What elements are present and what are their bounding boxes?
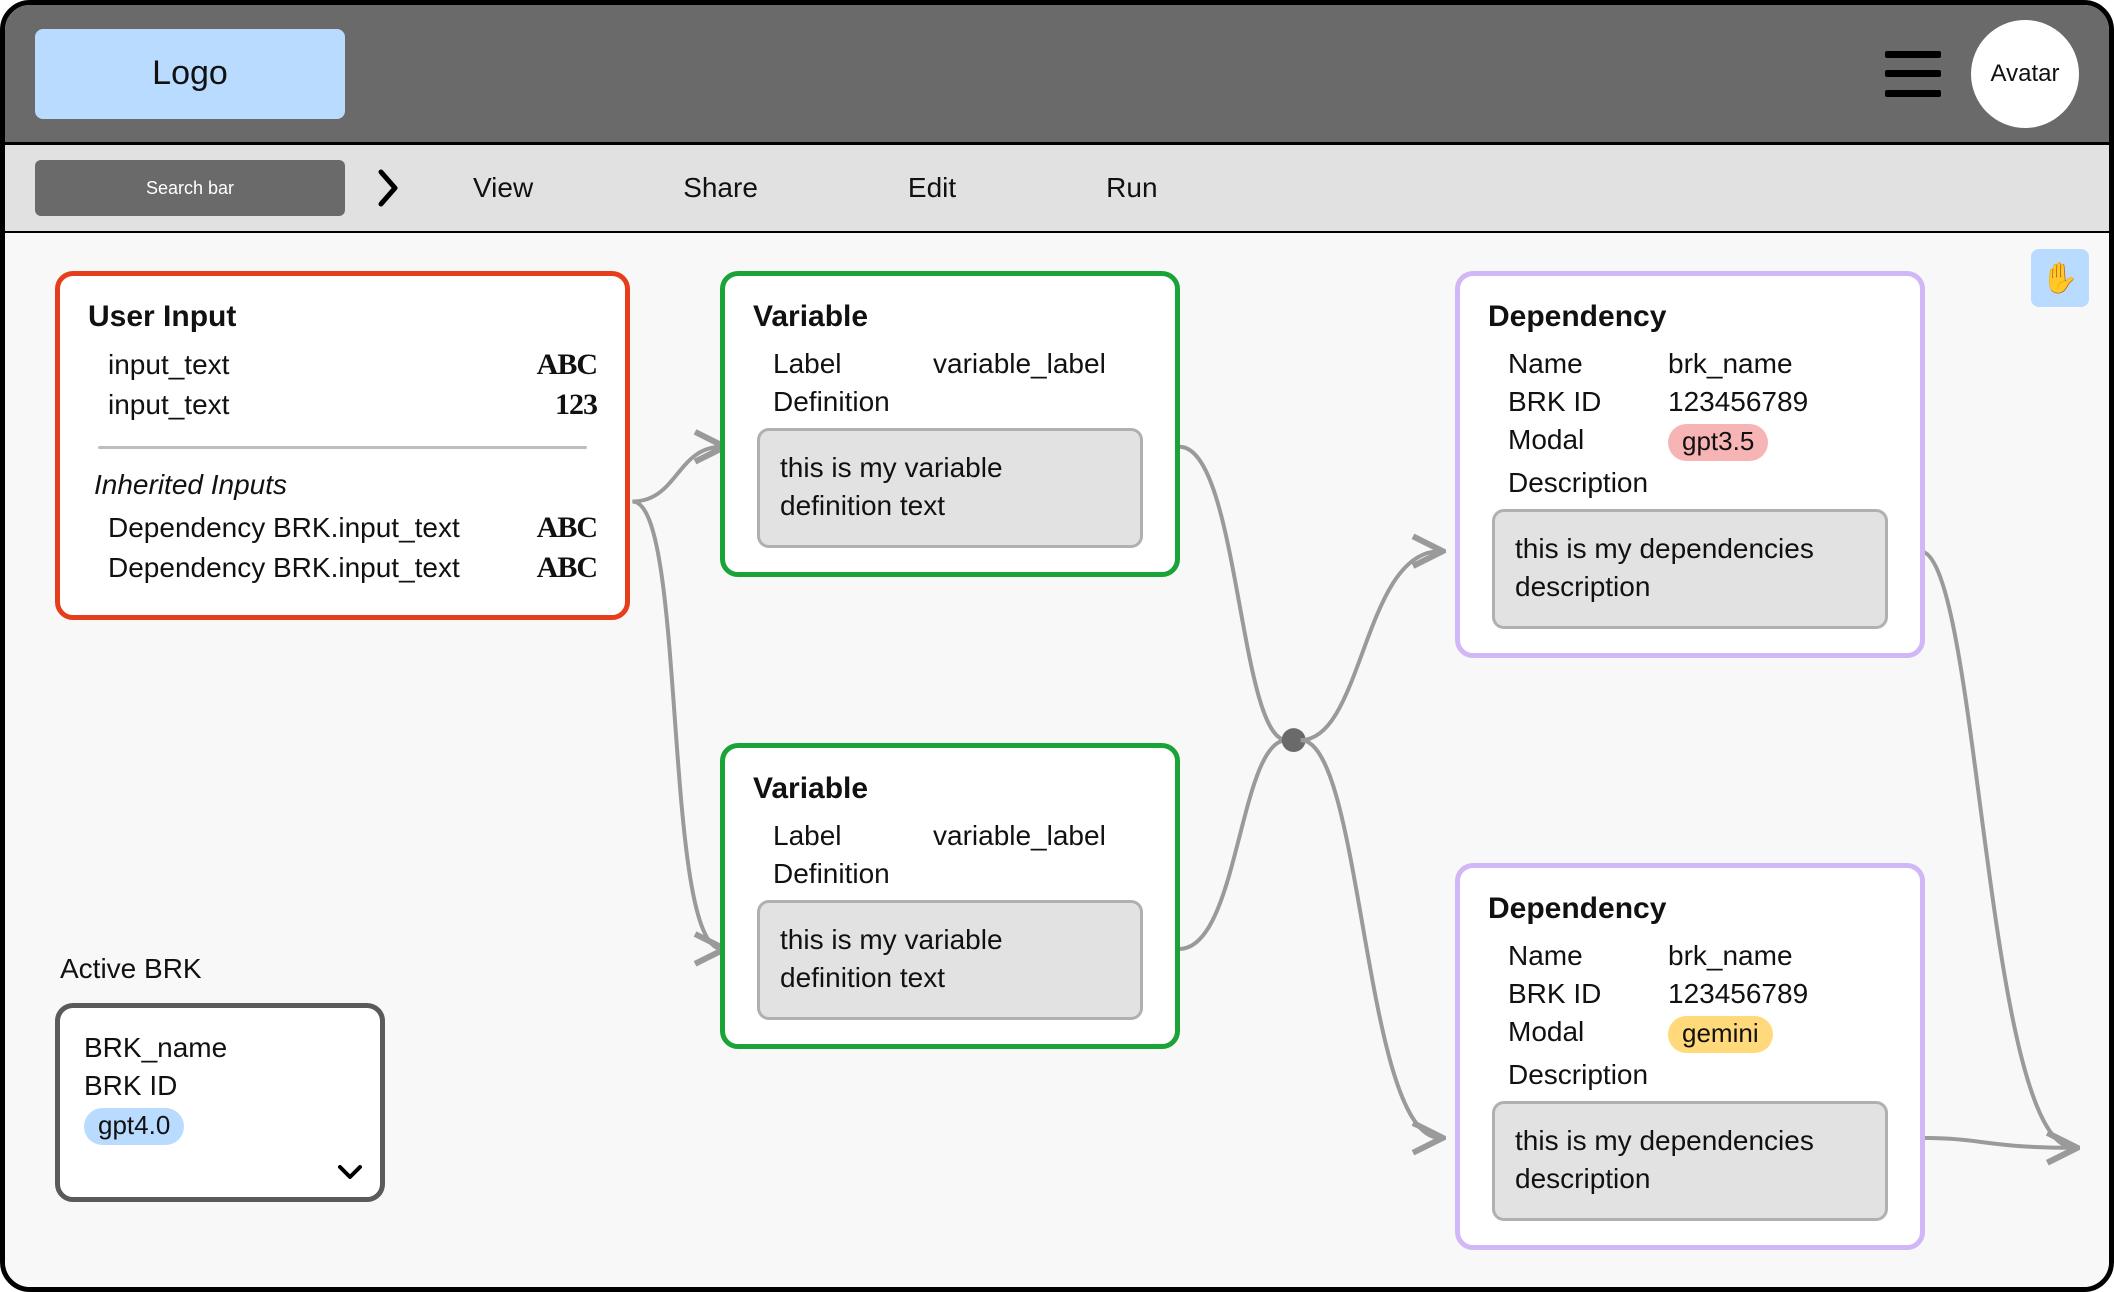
node-variable[interactable]: Variable Label variable_label Definition… [720, 743, 1180, 1049]
dependency-name-value: brk_name [1668, 348, 1793, 380]
dependency-name-value: brk_name [1668, 940, 1793, 972]
menu-share[interactable]: Share [683, 172, 758, 204]
variable-label-value: variable_label [933, 820, 1106, 852]
user-input-title: User Input [88, 300, 597, 334]
dependency-id-key: BRK ID [1508, 386, 1668, 418]
dependency-description-text[interactable]: this is my dependencies description [1492, 509, 1888, 629]
node-dependency[interactable]: Dependency Name brk_name BRK ID 12345678… [1455, 271, 1925, 658]
user-input-field-label: input_text [108, 349, 229, 381]
variable-definition-key: Definition [773, 386, 933, 418]
hamburger-menu-icon[interactable] [1885, 51, 1941, 97]
dependency-id-key: BRK ID [1508, 978, 1668, 1010]
variable-title: Variable [753, 300, 1147, 334]
dependency-title: Dependency [1488, 892, 1892, 926]
menu-run[interactable]: Run [1106, 172, 1157, 204]
chevron-right-icon [375, 168, 403, 208]
dependency-id-value: 123456789 [1668, 386, 1808, 418]
avatar[interactable]: Avatar [1971, 20, 2079, 128]
divider [98, 446, 587, 449]
active-brk-heading: Active BRK [60, 953, 202, 985]
search-input[interactable]: Search bar [35, 160, 345, 216]
menu-edit[interactable]: Edit [908, 172, 956, 204]
node-dependency[interactable]: Dependency Name brk_name BRK ID 12345678… [1455, 863, 1925, 1250]
dependency-description-key: Description [1508, 467, 1668, 499]
modal-badge: gpt4.0 [84, 1108, 184, 1145]
chevron-down-icon[interactable] [338, 1165, 362, 1181]
active-brk-selector[interactable]: BRK_name BRK ID gpt4.0 [55, 1003, 385, 1202]
node-variable[interactable]: Variable Label variable_label Definition… [720, 271, 1180, 577]
variable-definition-text[interactable]: this is my variable definition text [757, 900, 1143, 1020]
dependency-description-text[interactable]: this is my dependencies description [1492, 1101, 1888, 1221]
active-brk-id-label: BRK ID [84, 1070, 356, 1102]
dependency-modal-key: Modal [1508, 424, 1668, 461]
inherited-input-label: Dependency BRK.input_text [108, 512, 460, 544]
active-brk-name: BRK_name [84, 1032, 356, 1064]
inherited-inputs-heading: Inherited Inputs [94, 469, 597, 501]
user-input-field-label: input_text [108, 389, 229, 421]
variable-label-value: variable_label [933, 348, 1106, 380]
variable-title: Variable [753, 772, 1147, 806]
canvas[interactable]: ✋ User Input input_text ABC input_text 1… [5, 233, 2109, 1287]
modal-badge: gemini [1668, 1016, 1773, 1053]
toolbar: Search bar View Share Edit Run [5, 145, 2109, 233]
inherited-input-label: Dependency BRK.input_text [108, 552, 460, 584]
modal-badge: gpt3.5 [1668, 424, 1768, 461]
variable-definition-text[interactable]: this is my variable definition text [757, 428, 1143, 548]
type-icon-123: 123 [555, 388, 597, 422]
node-user-input[interactable]: User Input input_text ABC input_text 123… [55, 271, 630, 620]
variable-label-key: Label [773, 820, 933, 852]
variable-label-key: Label [773, 348, 933, 380]
dependency-description-key: Description [1508, 1059, 1668, 1091]
dependency-title: Dependency [1488, 300, 1892, 334]
type-icon-abc: ABC [537, 551, 597, 585]
dependency-name-key: Name [1508, 348, 1668, 380]
app-header: Logo Avatar [5, 5, 2109, 145]
logo[interactable]: Logo [35, 29, 345, 119]
dependency-id-value: 123456789 [1668, 978, 1808, 1010]
dependency-modal-key: Modal [1508, 1016, 1668, 1053]
type-icon-abc: ABC [537, 348, 597, 382]
type-icon-abc: ABC [537, 511, 597, 545]
hand-tool-button[interactable]: ✋ [2031, 249, 2089, 307]
variable-definition-key: Definition [773, 858, 933, 890]
dependency-name-key: Name [1508, 940, 1668, 972]
menu-view[interactable]: View [473, 172, 533, 204]
hand-icon: ✋ [2041, 261, 2078, 296]
